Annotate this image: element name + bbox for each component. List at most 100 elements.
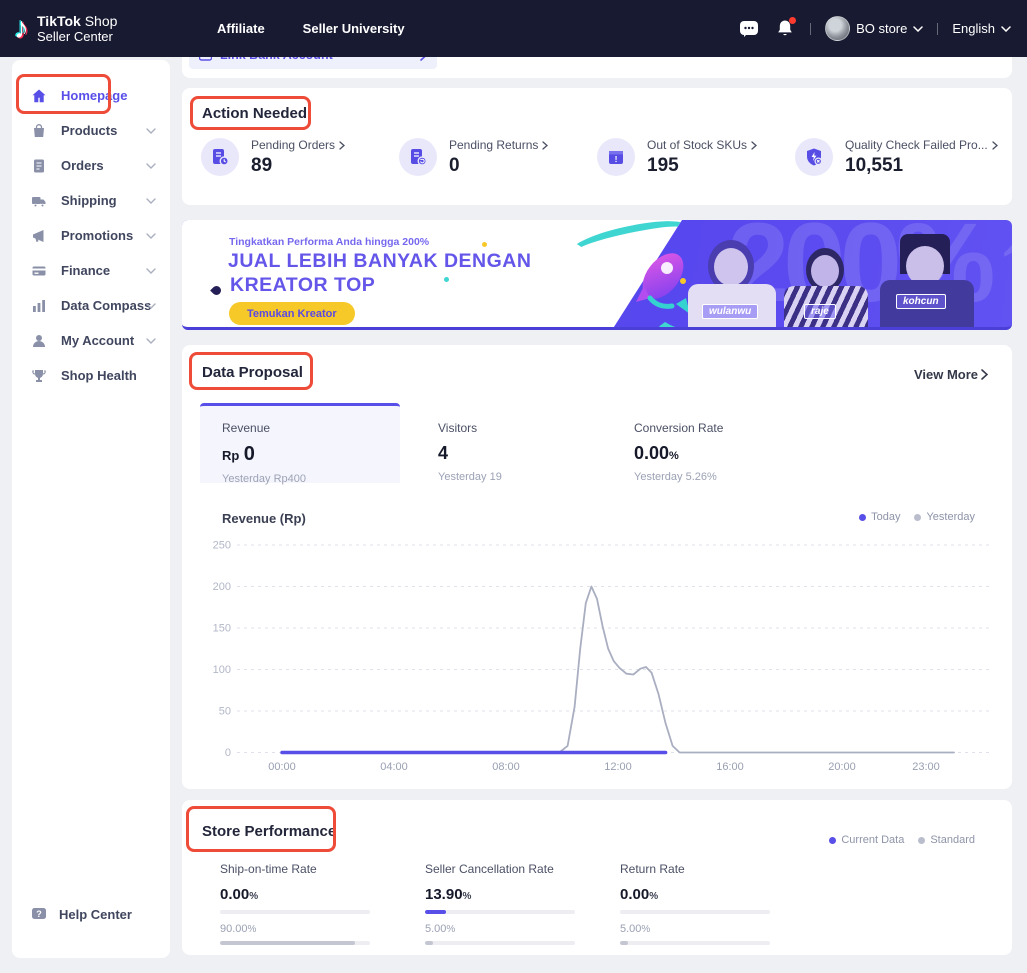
svg-text:?: ? (36, 909, 42, 919)
language-menu[interactable]: English (952, 21, 1011, 36)
legend-dot-standard (918, 837, 925, 844)
sparkle-dot (444, 277, 449, 282)
store-menu[interactable]: BO store (825, 16, 923, 41)
tab-conversion-rate[interactable]: Conversion Rate 0.00% Yesterday 5.26% (634, 403, 723, 483)
store-performance-legend: Current Data Standard (829, 834, 975, 846)
sidebar-item-label: Help Center (59, 907, 132, 922)
nav-link-seller-university[interactable]: Seller University (303, 21, 405, 36)
sidebar-item-data-compass[interactable]: Data Compass (12, 288, 170, 323)
tiktok-shop-logo[interactable]: ♪ TikTok Shop Seller Center (14, 14, 189, 44)
creator-name-tag: raje (804, 304, 836, 319)
notifications-bell-icon[interactable] (774, 18, 796, 40)
orders-icon (31, 158, 47, 174)
svg-text:08:00: 08:00 (492, 761, 520, 773)
revenue-line-chart[interactable]: 25020015010050000:0004:0008:0012:0016:00… (195, 527, 999, 782)
notification-badge (789, 17, 796, 24)
current-progress-bar (220, 910, 370, 914)
chevron-down-icon[interactable] (146, 303, 156, 309)
action-needed-title: Action Needed (202, 105, 307, 122)
sidebar-item-finance[interactable]: Finance (12, 253, 170, 288)
sidebar-item-my-account[interactable]: My Account (12, 323, 170, 358)
creator-photo: kohcun (870, 234, 980, 330)
sidebar-item-shipping[interactable]: Shipping (12, 183, 170, 218)
promo-banner[interactable]: Tingkatkan Performa Anda hingga 200% JUA… (182, 220, 1012, 330)
seller-center-dashboard: ♪ TikTok Shop Seller Center Affiliate Se… (0, 0, 1027, 973)
action-item-pending-orders[interactable]: Pending Orders89 (182, 138, 380, 177)
action-item-pending-returns[interactable]: Pending Returns0 (380, 138, 578, 177)
current-progress-bar (620, 910, 770, 914)
chart-legend: Today Yesterday (859, 511, 975, 523)
svg-text:0: 0 (225, 747, 231, 759)
divider (810, 23, 811, 35)
sidebar-item-label: My Account (61, 333, 134, 348)
products-icon (31, 123, 47, 139)
chevron-down-icon[interactable] (146, 128, 156, 134)
quality-check-failed-icon (795, 138, 833, 176)
creator-name-tag: kohcun (896, 294, 946, 309)
chevron-right-icon (981, 369, 988, 380)
chevron-right-icon (542, 141, 548, 150)
legend-dot-today (859, 514, 866, 521)
chevron-down-icon[interactable] (146, 338, 156, 344)
chevron-down-icon[interactable] (146, 233, 156, 239)
chevron-down-icon[interactable] (146, 163, 156, 169)
tab-revenue[interactable]: Revenue Rp 0 Yesterday Rp400 (200, 403, 400, 483)
action-item-out-of-stock-skus[interactable]: !Out of Stock SKUs195 (578, 138, 776, 177)
creator-photo: raje (780, 248, 872, 330)
creator-name-tag: wulanwu (702, 304, 758, 319)
currency-prefix: Rp (222, 448, 239, 463)
nav-link-affiliate[interactable]: Affiliate (217, 21, 265, 36)
svg-text:100: 100 (213, 664, 231, 676)
svg-text:00:00: 00:00 (268, 761, 296, 773)
tab-visitors[interactable]: Visitors 4 Yesterday 19 (438, 403, 502, 483)
svg-text:50: 50 (219, 706, 231, 718)
top-navbar: ♪ TikTok Shop Seller Center Affiliate Se… (0, 0, 1027, 57)
sidebar-item-orders[interactable]: Orders (12, 148, 170, 183)
sidebar-item-promotions[interactable]: Promotions (12, 218, 170, 253)
sidebar-item-label: Shipping (61, 193, 117, 208)
banner-headline-2: KREATOR TOP (230, 274, 375, 297)
action-item-quality-check-failed-pro[interactable]: Quality Check Failed Pro...10,551 (776, 138, 974, 177)
link-bank-label: Link Bank Account (220, 57, 420, 62)
sidebar-item-help-center[interactable]: ? Help Center (31, 906, 132, 922)
sp-metric-seller-cancellation-rate: Seller Cancellation Rate13.90%5.00% (425, 862, 585, 945)
svg-text:250: 250 (213, 540, 231, 552)
link-bank-account-row[interactable]: Link Bank Account (189, 57, 437, 69)
action-needed-card: Action Needed Pending Orders89Pending Re… (182, 88, 1012, 205)
find-creator-button[interactable]: Temukan Kreator (229, 302, 355, 325)
store-name-label: BO store (856, 21, 907, 36)
data-proposal-title: Data Proposal (202, 364, 303, 381)
shop-health-icon (31, 368, 47, 384)
svg-text:20:00: 20:00 (828, 761, 856, 773)
logo-shop: Shop (85, 13, 118, 29)
sidebar-item-label: Orders (61, 158, 104, 173)
bank-card-icon (199, 57, 212, 61)
chat-icon[interactable] (738, 18, 760, 40)
standard-progress-bar (425, 941, 575, 945)
current-progress-bar (425, 910, 575, 914)
logo-brand: TikTok (37, 13, 81, 29)
language-label: English (952, 21, 995, 36)
standard-progress-bar (220, 941, 370, 945)
sidebar-item-products[interactable]: Products (12, 113, 170, 148)
svg-text:200: 200 (213, 581, 231, 593)
setup-tasks-card: Link Bank Account (182, 57, 1012, 78)
creator-photo: wulanwu (680, 240, 784, 330)
shipping-icon (31, 193, 47, 209)
sidebar-item-shop-health[interactable]: Shop Health (12, 358, 170, 393)
view-more-link[interactable]: View More (914, 367, 988, 382)
my-account-icon (31, 333, 47, 349)
chevron-down-icon[interactable] (146, 268, 156, 274)
action-item-value: 10,551 (845, 155, 998, 177)
chevron-down-icon[interactable] (146, 198, 156, 204)
store-avatar (825, 16, 850, 41)
svg-text:12:00: 12:00 (604, 761, 632, 773)
chevron-right-icon (992, 141, 998, 150)
svg-text:16:00: 16:00 (716, 761, 744, 773)
chevron-down-icon (1001, 26, 1011, 32)
action-item-value: 195 (647, 155, 757, 177)
sidebar-item-homepage[interactable]: Homepage (12, 78, 170, 113)
svg-text:!: ! (615, 154, 618, 164)
sp-metric-ship-on-time-rate: Ship-on-time Rate0.00%90.00% (220, 862, 380, 945)
tiktok-note-icon: ♪ (14, 14, 29, 44)
